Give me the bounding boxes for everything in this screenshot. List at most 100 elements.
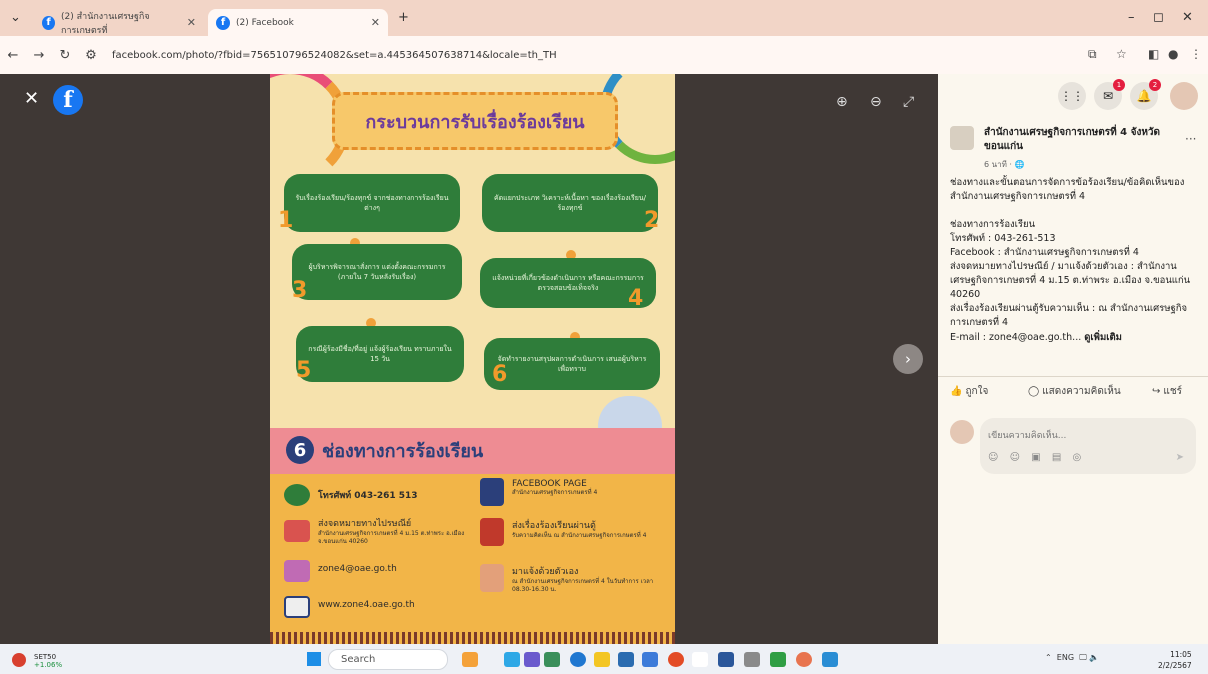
like-button[interactable]: 👍 ถูกใจ <box>950 384 988 399</box>
channel-box: ส่งเรื่องร้องเรียนผ่านตู้ รับความคิดเห็น… <box>512 518 662 540</box>
start-button[interactable] <box>307 652 321 666</box>
step-2-box: คัดแยกประเภท วิเคราะห์เนื้อหา ของเรื่องร… <box>482 174 658 232</box>
channel-facebook-sub: สำนักงานเศรษฐกิจการเกษตรที่ 4 <box>512 489 598 496</box>
step-5-box: กรณีผู้ร้องมีชื่อ/ที่อยู่ แจ้งผู้ร้องเรี… <box>296 326 464 382</box>
browser-tab-bar: ⌄ f (2) สำนักงานเศรษฐกิจการเกษตรที่ ✕ f … <box>0 0 1208 36</box>
bookmark-star-icon[interactable]: ☆ <box>1116 47 1127 61</box>
zoom-in-icon[interactable]: ⊕ <box>836 94 848 110</box>
fullscreen-icon[interactable]: ⤢ <box>903 94 914 110</box>
taskbar-search[interactable]: Search <box>328 649 448 670</box>
site-settings-icon[interactable]: ⚙ <box>78 48 104 63</box>
close-viewer-icon[interactable]: ✕ <box>24 88 39 109</box>
sidepanel-icon[interactable]: ◧ <box>1148 47 1159 61</box>
poster-bottom-border <box>270 632 675 644</box>
channel-email: zone4@oae.go.th <box>318 564 397 574</box>
see-more-link[interactable]: ดูเพิ่มเติม <box>1084 332 1122 343</box>
more-options-icon[interactable]: ··· <box>1185 132 1196 146</box>
account-avatar[interactable] <box>1170 82 1198 110</box>
comment-placeholder: เขียนความคิดเห็น... <box>988 431 1067 441</box>
step-1-number: 1 <box>278 208 294 233</box>
page-name[interactable]: สำนักงานเศรษฐกิจการเกษตรที่ 4 จังหวัดขอน… <box>984 126 1174 153</box>
facebook-favicon-icon: f <box>216 15 230 30</box>
facebook-logo-icon[interactable]: f <box>53 85 83 115</box>
tab-oae[interactable]: f (2) สำนักงานเศรษฐกิจการเกษตรที่ ✕ <box>34 9 204 36</box>
notifications-bell-icon[interactable]: 🔔 2 <box>1130 79 1161 110</box>
tab-facebook[interactable]: f (2) Facebook ✕ <box>208 9 388 36</box>
facebook-icon <box>480 478 504 506</box>
notification-badge: 2 <box>1149 79 1161 91</box>
apps-menu-icon[interactable]: ⋮⋮ <box>1058 82 1086 110</box>
comment-icon: ◯ <box>1028 386 1040 397</box>
menu-kebab-icon[interactable]: ⋮ <box>1190 47 1202 61</box>
page-avatar[interactable] <box>950 126 974 150</box>
post-timestamp[interactable]: 6 นาที · 🌐 <box>984 158 1024 171</box>
step-3-box: ผู้บริหารพิจารณาสั่งการ แต่งตั้งคณะกรรมก… <box>292 244 462 300</box>
post-text-content: ช่องทางและขั้นตอนการจัดการข้อร้องเรียน/ข… <box>950 177 1191 343</box>
stock-widget[interactable]: SET50 +1.06% <box>34 653 62 670</box>
clock[interactable]: 11:05 2/2/2567 <box>1158 650 1192 671</box>
channel-mail-sub: สำนักงานเศรษฐกิจการเกษตรที่ 4 ม.15 ต.ท่า… <box>318 530 465 546</box>
forward-icon[interactable]: → <box>26 48 52 63</box>
walk-in-icon <box>480 564 504 592</box>
windows-taskbar: SET50 +1.06% Search ⌃ ENG 🖵 🔈 11:05 2/2/… <box>0 644 1208 674</box>
address-bar-row: ← → ↻ ⚙ facebook.com/photo/?fbid=7565107… <box>0 36 1208 74</box>
step-6-box: จัดทำรายงานสรุปผลการดำเนินการ เสนอผู้บริ… <box>484 338 660 390</box>
divider <box>938 376 1208 377</box>
photo-viewer: ✕ f ⊕ ⊖ ⤢ › กระบวนการรับเรื่องร้องเรียน … <box>0 74 938 644</box>
install-app-icon[interactable]: ⧉ <box>1088 47 1097 62</box>
app-icon[interactable] <box>524 652 540 667</box>
chrome-profile-icon[interactable] <box>796 652 812 667</box>
reload-icon[interactable]: ↻ <box>52 48 78 63</box>
store-icon[interactable] <box>618 652 634 667</box>
like-label: ถูกใจ <box>965 386 989 397</box>
post-side-panel: ⋮⋮ ✉ 1 🔔 2 สำนักงานเศรษฐกิจการเกษตรที่ 4 จ… <box>938 74 1208 644</box>
tab-label: (2) สำนักงานเศรษฐกิจการเกษตรที่ <box>61 11 150 36</box>
step-2-number: 2 <box>644 208 660 233</box>
file-explorer-icon[interactable] <box>594 652 610 667</box>
app-icon[interactable] <box>544 652 560 667</box>
next-photo-button[interactable]: › <box>893 344 923 374</box>
minimize-button[interactable]: – <box>1128 10 1135 25</box>
messenger-icon[interactable]: ✉ 1 <box>1094 79 1125 110</box>
line-icon[interactable] <box>770 652 786 667</box>
stock-change: +1.06% <box>34 661 63 670</box>
poster-title: กระบวนการรับเรื่องร้องเรียน <box>332 92 618 150</box>
close-window-button[interactable]: ✕ <box>1182 10 1193 25</box>
system-tray[interactable]: ⌃ ENG 🖵 🔈 <box>1045 653 1099 663</box>
document-icon[interactable] <box>692 652 708 667</box>
tab-label: (2) Facebook <box>236 17 294 28</box>
profile-icon[interactable]: ● <box>1168 47 1178 61</box>
app-icon[interactable] <box>504 652 520 667</box>
zoom-out-icon[interactable]: ⊖ <box>870 94 882 110</box>
facebook-favicon-icon: f <box>42 15 56 30</box>
language-indicator[interactable]: ENG <box>1057 653 1074 662</box>
new-tab-button[interactable]: + <box>398 10 409 25</box>
word-icon[interactable] <box>718 652 734 667</box>
chrome-icon[interactable] <box>668 652 684 667</box>
share-label: แชร์ <box>1163 386 1182 397</box>
close-tab-icon[interactable]: ✕ <box>371 16 380 29</box>
mailbox-icon <box>480 518 504 546</box>
settings-icon[interactable] <box>744 652 760 667</box>
send-icon[interactable]: ➤ <box>1176 452 1184 463</box>
tab-list-icon[interactable]: ⌄ <box>10 10 21 25</box>
maximize-button[interactable]: ◻ <box>1153 10 1164 25</box>
url-field[interactable]: facebook.com/photo/?fbid=756510796524082… <box>112 50 557 61</box>
edge-icon[interactable] <box>570 652 586 667</box>
step-3-number: 3 <box>292 278 308 303</box>
stock-widget-icon[interactable] <box>12 653 26 667</box>
channels-title: ช่องทางการร้องเรียน <box>322 441 484 462</box>
channel-phone: โทรศัพท์ 043-261 513 <box>318 491 418 501</box>
comment-tool-icons[interactable]: ☺ ☺ ▣ ▤ ◎ <box>988 452 1085 463</box>
comment-button[interactable]: ◯ แสดงความคิดเห็น <box>1028 384 1121 399</box>
photos-icon[interactable] <box>822 652 838 667</box>
back-icon[interactable]: ← <box>0 48 26 63</box>
channel-mail-label: ส่งจดหมายทางไปรษณีย์ <box>318 519 412 529</box>
mail-app-icon[interactable] <box>642 652 658 667</box>
channel-mail: ส่งจดหมายทางไปรษณีย์ สำนักงานเศรษฐกิจการ… <box>318 516 468 547</box>
widget-app-icon[interactable] <box>462 652 478 667</box>
close-tab-icon[interactable]: ✕ <box>187 16 196 29</box>
stock-title: SET50 <box>34 653 57 661</box>
comment-input[interactable]: เขียนความคิดเห็น... ☺ ☺ ▣ ▤ ◎ ➤ <box>980 418 1196 474</box>
share-button[interactable]: ↪ แชร์ <box>1152 384 1182 399</box>
